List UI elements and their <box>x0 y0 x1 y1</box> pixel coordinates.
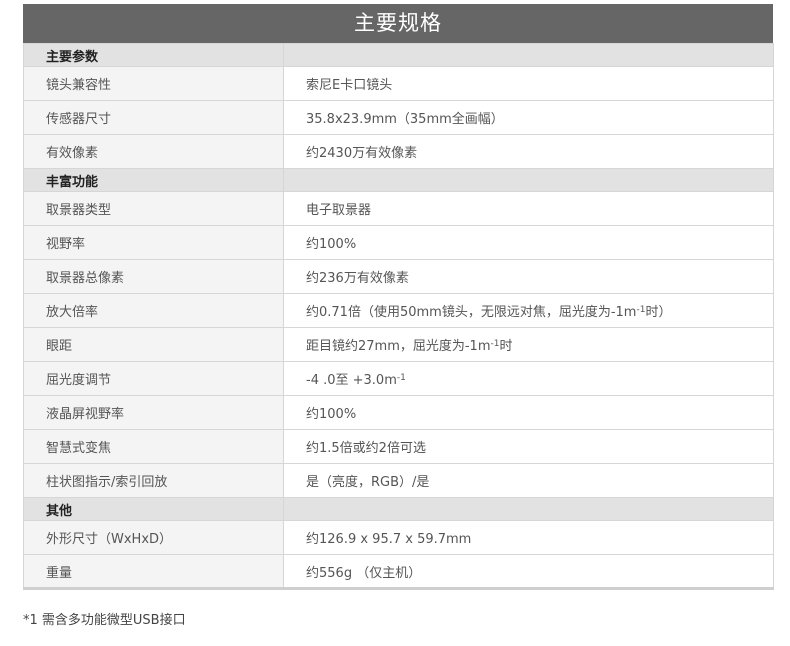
section-title: 其他 <box>23 497 284 521</box>
superscript: -1 <box>396 373 406 383</box>
spec-label: 眼距 <box>23 327 284 362</box>
spec-value: 是（亮度，RGB）/是 <box>283 463 774 498</box>
section-header: 丰富功能 <box>23 168 774 192</box>
spec-value: 约2430万有效像素 <box>283 134 774 169</box>
spec-value: 电子取景器 <box>283 191 774 226</box>
spec-label: 柱状图指示/索引回放 <box>23 463 284 498</box>
table-row: 外形尺寸（WxHxD） 约126.9 x 95.7 x 59.7mm <box>23 520 774 555</box>
table-row: 液晶屏视野率 约100% <box>23 395 774 430</box>
spec-label: 取景器总像素 <box>23 259 284 294</box>
spec-value-text: 距目镜约27mm，屈光度为-1m <box>306 339 491 354</box>
table-row: 眼距 距目镜约27mm，屈光度为-1m-1时 <box>23 327 774 362</box>
spec-value: 约0.71倍（使用50mm镜头，无限远对焦，屈光度为-1m-1时） <box>283 293 774 328</box>
table-row: 视野率 约100% <box>23 225 774 260</box>
section-header: 主要参数 <box>23 43 774 67</box>
spec-value: 约1.5倍或约2倍可选 <box>283 429 774 464</box>
spec-table: 主要参数 镜头兼容性 索尼E卡口镜头 传感器尺寸 35.8x23.9mm（35m… <box>23 43 774 590</box>
table-row: 取景器总像素 约236万有效像素 <box>23 259 774 294</box>
spec-title: 主要规格 <box>23 4 773 43</box>
section-title: 主要参数 <box>23 43 284 67</box>
spec-value: 约126.9 x 95.7 x 59.7mm <box>283 520 774 555</box>
table-row: 镜头兼容性 索尼E卡口镜头 <box>23 66 774 101</box>
spec-label: 镜头兼容性 <box>23 66 284 101</box>
spec-label: 重量 <box>23 554 284 590</box>
table-row: 传感器尺寸 35.8x23.9mm（35mm全画幅） <box>23 100 774 135</box>
spec-label: 屈光度调节 <box>23 361 284 396</box>
spec-label: 智慧式变焦 <box>23 429 284 464</box>
spec-label: 放大倍率 <box>23 293 284 328</box>
spec-value: 约100% <box>283 225 774 260</box>
spec-value: -4 .0至 +3.0m-1 <box>283 361 774 396</box>
spec-value-text: 约0.71倍（使用50mm镜头，无限远对焦，屈光度为-1m <box>306 305 637 320</box>
spec-table-container: 主要规格 主要参数 镜头兼容性 索尼E卡口镜头 传感器尺寸 35.8x23.9m… <box>23 4 774 590</box>
spec-value-suffix: 时 <box>499 339 513 354</box>
spec-value: 约100% <box>283 395 774 430</box>
table-row: 智慧式变焦 约1.5倍或约2倍可选 <box>23 429 774 464</box>
spec-value: 索尼E卡口镜头 <box>283 66 774 101</box>
table-row: 重量 约556g （仅主机） <box>23 554 774 590</box>
table-row: 有效像素 约2430万有效像素 <box>23 134 774 169</box>
spec-value: 距目镜约27mm，屈光度为-1m-1时 <box>283 327 774 362</box>
spec-label: 液晶屏视野率 <box>23 395 284 430</box>
spec-label: 传感器尺寸 <box>23 100 284 135</box>
table-row: 取景器类型 电子取景器 <box>23 191 774 226</box>
table-row: 放大倍率 约0.71倍（使用50mm镜头，无限远对焦，屈光度为-1m-1时） <box>23 293 774 328</box>
spec-label: 有效像素 <box>23 134 284 169</box>
spec-label: 取景器类型 <box>23 191 284 226</box>
spec-value: 约556g （仅主机） <box>283 554 774 590</box>
spec-value: 约236万有效像素 <box>283 259 774 294</box>
spec-label: 外形尺寸（WxHxD） <box>23 520 284 555</box>
spec-value: 35.8x23.9mm（35mm全画幅） <box>283 100 774 135</box>
footnote: *1 需含多功能微型USB接口 <box>23 613 186 628</box>
section-title: 丰富功能 <box>23 168 284 192</box>
table-row: 柱状图指示/索引回放 是（亮度，RGB）/是 <box>23 463 774 498</box>
spec-value-suffix: 时） <box>645 305 672 320</box>
section-header: 其他 <box>23 497 774 521</box>
spec-label: 视野率 <box>23 225 284 260</box>
spec-value-text: -4 .0至 +3.0m <box>306 373 397 388</box>
table-row: 屈光度调节 -4 .0至 +3.0m-1 <box>23 361 774 396</box>
